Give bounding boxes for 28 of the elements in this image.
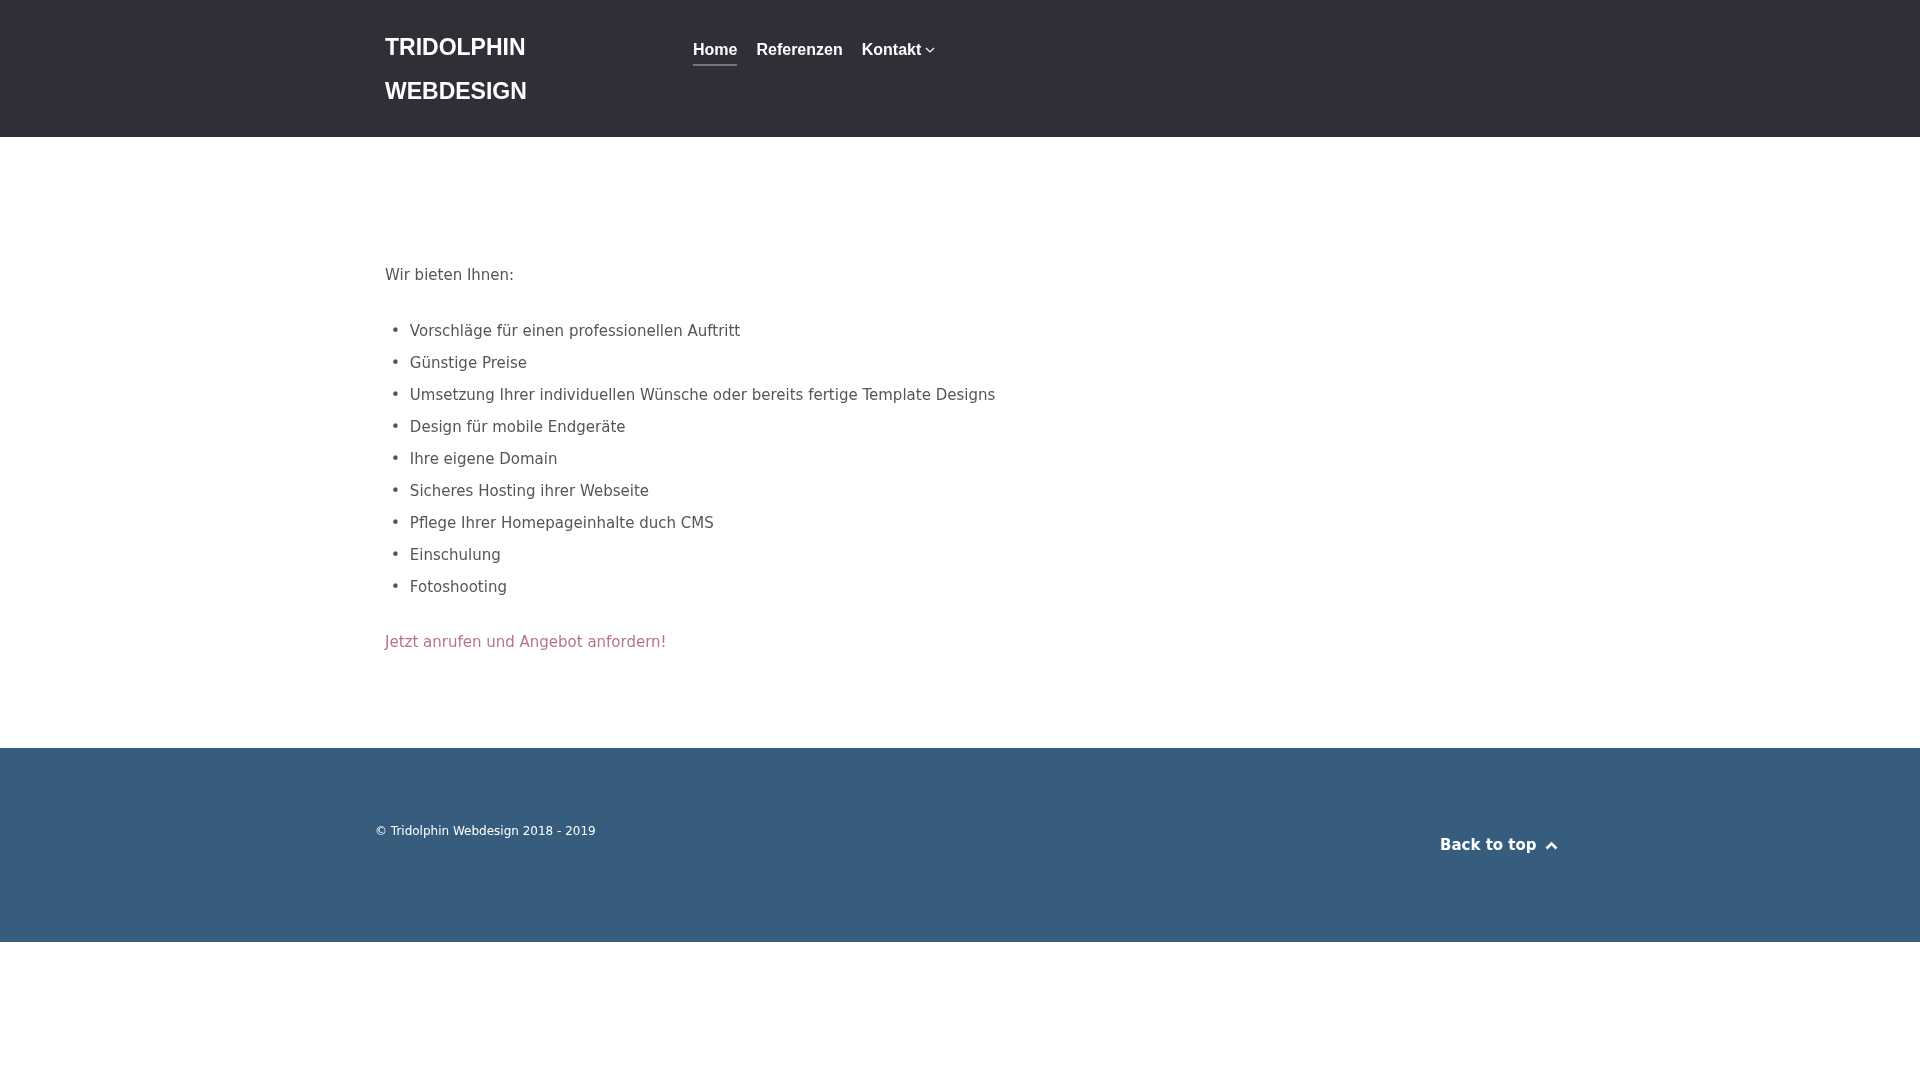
bullet: • bbox=[391, 544, 400, 565]
bullet: • bbox=[391, 448, 400, 469]
back-to-top-link[interactable]: Back to top bbox=[1440, 834, 1558, 857]
bullet: • bbox=[391, 480, 400, 501]
list-item: Günstige Preise bbox=[409, 352, 527, 373]
list-item: Pflege Ihrer Homepageinhalte duch CMS bbox=[409, 512, 714, 533]
nav-link[interactable]: Referenzen bbox=[756, 38, 843, 66]
list-item: Design für mobile Endgeräte bbox=[409, 416, 626, 437]
chevron-up-icon bbox=[1544, 840, 1558, 850]
logo-text: TRIDOLPHIN bbox=[385, 33, 526, 62]
list-item: Ihre eigene Domain bbox=[409, 448, 558, 469]
list-item: Fotoshooting bbox=[409, 576, 507, 597]
intro-text: Wir bieten Ihnen: bbox=[385, 265, 516, 286]
list-item: Umsetzung Ihrer individuellen Wünsche oder bereits fertige Template Designs bbox=[409, 384, 996, 405]
nav-link[interactable]: Kontakt bbox=[861, 38, 936, 66]
call-to-action-link[interactable]: Jetzt anrufen und Angebot anfordern! bbox=[385, 632, 667, 651]
bullet: • bbox=[391, 384, 400, 405]
bullet: • bbox=[391, 576, 400, 597]
bullet: • bbox=[391, 416, 400, 437]
list-item: Einschulung bbox=[409, 544, 501, 565]
copyright-text: © Tridolphin Webdesign 2018 - 2019 bbox=[375, 823, 596, 840]
bullet: • bbox=[391, 320, 400, 341]
bullet: • bbox=[391, 512, 400, 533]
bullet: • bbox=[391, 352, 400, 373]
logo-text: WEBDESIGN bbox=[385, 77, 527, 106]
nav-link[interactable]: Home bbox=[693, 38, 738, 66]
list-item: Vorschläge für einen professionellen Auftritt bbox=[409, 320, 741, 341]
list-item: Sicheres Hosting ihrer Webseite bbox=[409, 480, 649, 501]
